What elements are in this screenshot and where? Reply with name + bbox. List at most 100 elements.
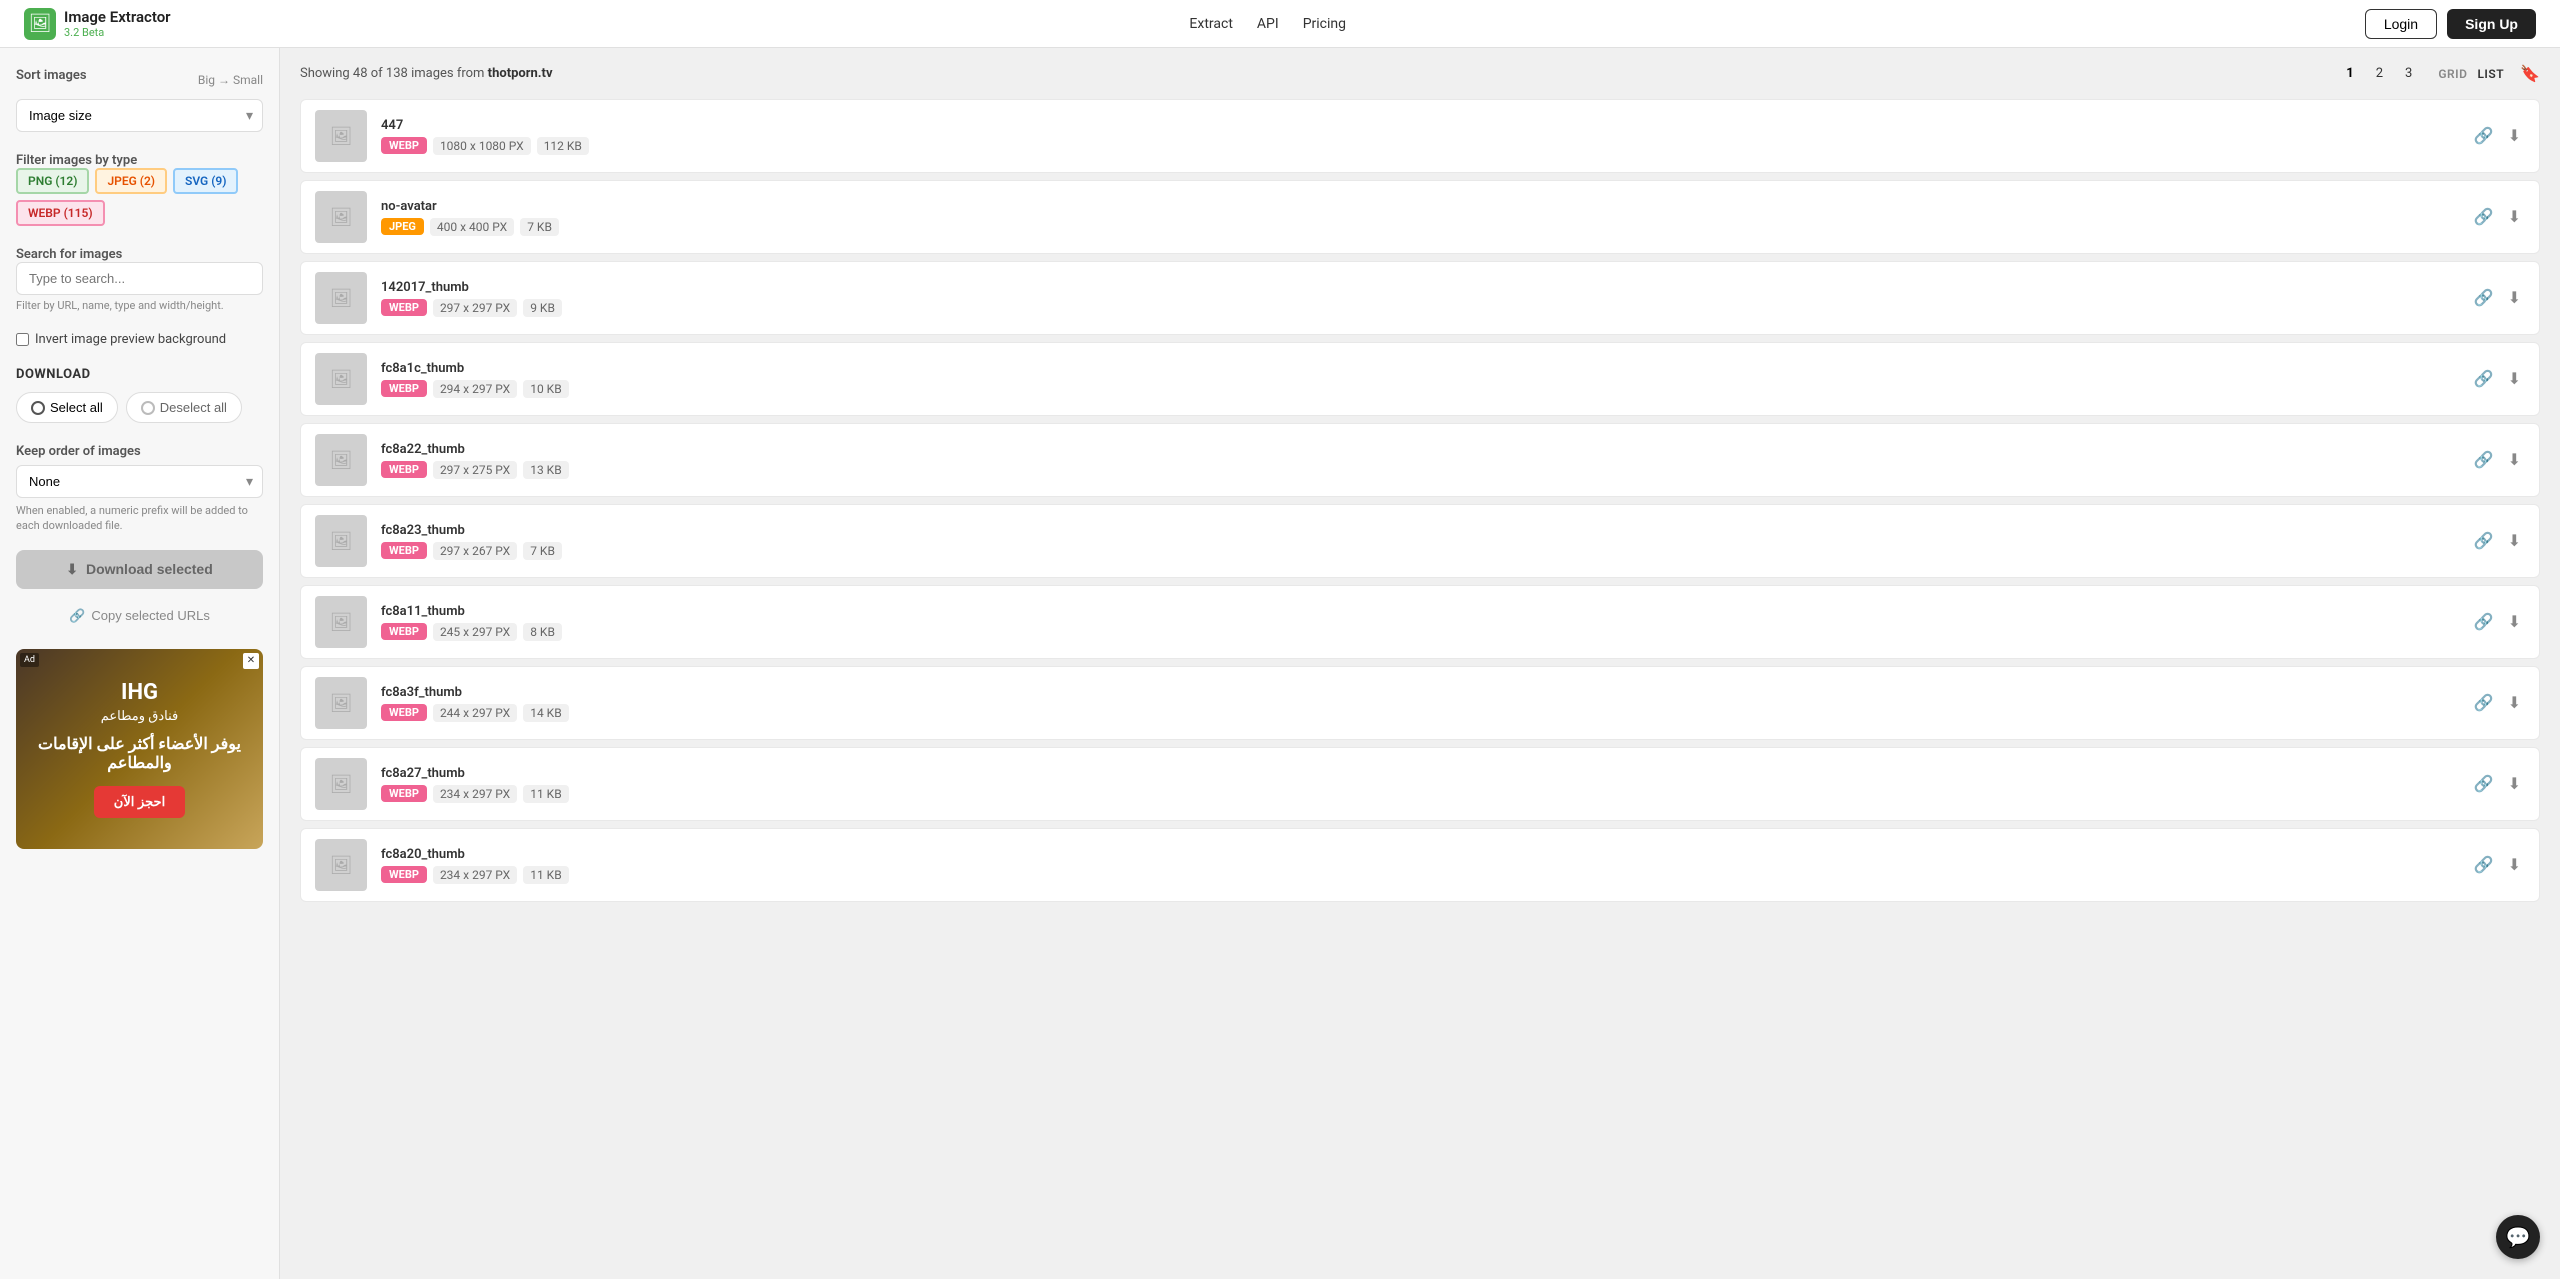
image-info: no-avatar JPEG 400 x 400 PX 7 KB xyxy=(381,199,2456,236)
filter-chips: PNG (12) JPEG (2) SVG (9) WEBP (115) xyxy=(16,168,263,226)
chip-png[interactable]: PNG (12) xyxy=(16,168,89,194)
search-input[interactable] xyxy=(16,262,263,295)
copy-link-button[interactable]: 🔗 xyxy=(2470,284,2498,312)
copy-link-button[interactable]: 🔗 xyxy=(2470,203,2498,231)
page-1[interactable]: 1 xyxy=(2340,64,2359,83)
select-all-icon xyxy=(31,401,45,415)
download-image-button[interactable]: ⬇ xyxy=(2504,851,2525,879)
app-beta: 3.2 Beta xyxy=(64,26,171,39)
image-dimensions: 297 x 275 PX xyxy=(433,461,517,479)
image-info: fc8a11_thumb WEBP 245 x 297 PX 8 KB xyxy=(381,604,2456,641)
image-name: fc8a11_thumb xyxy=(381,604,2456,619)
image-info: fc8a23_thumb WEBP 297 x 267 PX 7 KB xyxy=(381,523,2456,560)
copy-urls-button[interactable]: 🔗 Copy selected URLs xyxy=(16,599,263,633)
image-actions: 🔗 ⬇ xyxy=(2470,527,2525,555)
image-row: 🖼 fc8a22_thumb WEBP 297 x 275 PX 13 KB 🔗… xyxy=(300,423,2540,497)
copy-link-button[interactable]: 🔗 xyxy=(2470,446,2498,474)
image-meta: WEBP 234 x 297 PX 11 KB xyxy=(381,785,2456,803)
copy-urls-label: Copy selected URLs xyxy=(91,608,210,623)
bookmark-icon[interactable]: 🔖 xyxy=(2520,64,2540,83)
search-section: Search for images Filter by URL, name, t… xyxy=(16,246,263,312)
image-actions: 🔗 ⬇ xyxy=(2470,851,2525,879)
chat-widget[interactable]: 💬 xyxy=(2496,1215,2540,1259)
view-grid-btn[interactable]: GRID xyxy=(2438,67,2467,81)
keep-order-hint: When enabled, a numeric prefix will be a… xyxy=(16,503,263,534)
keep-order-section: Keep order of images None ▾ When enabled… xyxy=(16,443,263,534)
sort-select[interactable]: Image size xyxy=(16,99,263,132)
image-thumb: 🖼 xyxy=(315,596,367,648)
nav-api[interactable]: API xyxy=(1257,16,1279,32)
download-image-button[interactable]: ⬇ xyxy=(2504,122,2525,150)
nav-pricing[interactable]: Pricing xyxy=(1303,16,1346,32)
chip-svg[interactable]: SVG (9) xyxy=(173,168,238,194)
login-button[interactable]: Login xyxy=(2365,9,2437,39)
download-image-button[interactable]: ⬇ xyxy=(2504,446,2525,474)
download-image-button[interactable]: ⬇ xyxy=(2504,365,2525,393)
pagination: 1 2 3 GRID LIST 🔖 xyxy=(2340,64,2540,83)
ad-badge: Ad xyxy=(20,653,39,667)
filter-label: Filter images by type xyxy=(16,153,137,168)
filter-section: Filter images by type PNG (12) JPEG (2) … xyxy=(16,152,263,226)
image-meta: WEBP 234 x 297 PX 11 KB xyxy=(381,866,2456,884)
image-meta: WEBP 297 x 267 PX 7 KB xyxy=(381,542,2456,560)
image-actions: 🔗 ⬇ xyxy=(2470,446,2525,474)
page-2[interactable]: 2 xyxy=(2370,64,2389,83)
image-actions: 🔗 ⬇ xyxy=(2470,608,2525,636)
nav-extract[interactable]: Extract xyxy=(1189,16,1232,32)
copy-link-button[interactable]: 🔗 xyxy=(2470,527,2498,555)
image-filesize: 10 KB xyxy=(523,380,568,398)
copy-link-button[interactable]: 🔗 xyxy=(2470,851,2498,879)
image-dimensions: 244 x 297 PX xyxy=(433,704,517,722)
sort-select-wrapper: Image size ▾ xyxy=(16,99,263,132)
header-actions: Login Sign Up xyxy=(2365,9,2536,39)
app-name: Image Extractor xyxy=(64,8,171,26)
image-name: fc8a23_thumb xyxy=(381,523,2456,538)
image-actions: 🔗 ⬇ xyxy=(2470,122,2525,150)
download-image-button[interactable]: ⬇ xyxy=(2504,203,2525,231)
deselect-all-button[interactable]: Deselect all xyxy=(126,392,242,423)
view-toggle: GRID LIST 🔖 xyxy=(2438,64,2540,83)
image-dimensions: 245 x 297 PX xyxy=(433,623,517,641)
image-type-badge: WEBP xyxy=(381,542,427,559)
signup-button[interactable]: Sign Up xyxy=(2447,9,2536,39)
keep-order-select[interactable]: None xyxy=(16,465,263,498)
download-image-button[interactable]: ⬇ xyxy=(2504,608,2525,636)
image-thumb: 🖼 xyxy=(315,272,367,324)
copy-link-button[interactable]: 🔗 xyxy=(2470,122,2498,150)
download-image-button[interactable]: ⬇ xyxy=(2504,284,2525,312)
copy-link-button[interactable]: 🔗 xyxy=(2470,770,2498,798)
ad-banner: Ad ✕ IHG فنادق ومطاعم يوفر الأعضاء أكثر … xyxy=(16,649,263,849)
chip-jpeg[interactable]: JPEG (2) xyxy=(95,168,167,194)
copy-link-button[interactable]: 🔗 xyxy=(2470,608,2498,636)
image-type-badge: WEBP xyxy=(381,461,427,478)
showing-text: Showing 48 of 138 images from xyxy=(300,66,484,81)
image-thumb: 🖼 xyxy=(315,515,367,567)
image-actions: 🔗 ⬇ xyxy=(2470,203,2525,231)
image-filesize: 9 KB xyxy=(523,299,562,317)
image-meta: WEBP 297 x 275 PX 13 KB xyxy=(381,461,2456,479)
page-3[interactable]: 3 xyxy=(2399,64,2418,83)
image-thumb: 🖼 xyxy=(315,839,367,891)
download-button[interactable]: ⬇ Download selected xyxy=(16,550,263,589)
select-all-label: Select all xyxy=(50,400,103,415)
image-thumb: 🖼 xyxy=(315,110,367,162)
select-all-button[interactable]: Select all xyxy=(16,392,118,423)
copy-link-button[interactable]: 🔗 xyxy=(2470,365,2498,393)
download-image-button[interactable]: ⬇ xyxy=(2504,527,2525,555)
image-name: 447 xyxy=(381,118,2456,133)
chip-webp[interactable]: WEBP (115) xyxy=(16,200,105,226)
download-image-button[interactable]: ⬇ xyxy=(2504,689,2525,717)
image-thumb: 🖼 xyxy=(315,758,367,810)
view-list-btn[interactable]: LIST xyxy=(2477,67,2504,81)
invert-label[interactable]: Invert image preview background xyxy=(35,332,226,347)
ad-close-button[interactable]: ✕ xyxy=(243,653,259,669)
invert-checkbox[interactable] xyxy=(16,333,29,346)
ad-cta-button[interactable]: احجز الآن xyxy=(94,786,185,818)
image-info: fc8a20_thumb WEBP 234 x 297 PX 11 KB xyxy=(381,847,2456,884)
image-filesize: 14 KB xyxy=(523,704,568,722)
download-image-button[interactable]: ⬇ xyxy=(2504,770,2525,798)
image-meta: JPEG 400 x 400 PX 7 KB xyxy=(381,218,2456,236)
image-dimensions: 234 x 297 PX xyxy=(433,785,517,803)
image-actions: 🔗 ⬇ xyxy=(2470,689,2525,717)
copy-link-button[interactable]: 🔗 xyxy=(2470,689,2498,717)
